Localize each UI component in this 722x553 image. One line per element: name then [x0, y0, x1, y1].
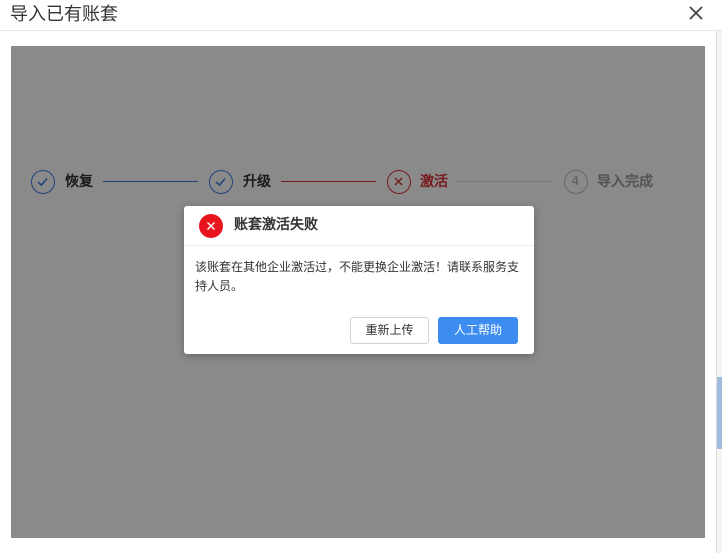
close-button[interactable] — [684, 3, 708, 25]
close-icon — [689, 6, 703, 20]
reupload-button[interactable]: 重新上传 — [350, 317, 429, 344]
dialog-title: 账套激活失败 — [234, 217, 318, 233]
import-ledger-window: 导入已有账套 恢复 升级 激活 4 导入完成 账套激活失败 该账套在其他企业激活… — [0, 0, 722, 553]
window-title: 导入已有账套 — [10, 4, 118, 25]
manual-help-button[interactable]: 人工帮助 — [438, 317, 518, 344]
error-circle-icon — [199, 214, 223, 238]
background-window-edge — [716, 31, 722, 553]
activation-failed-dialog: 账套激活失败 该账套在其他企业激活过，不能更换企业激活！请联系服务支持人员。 重… — [184, 206, 534, 354]
background-accent-strip — [717, 377, 722, 449]
dialog-message: 该账套在其他企业激活过，不能更换企业激活！请联系服务支持人员。 — [195, 260, 520, 293]
dialog-header: 账套激活失败 — [184, 206, 534, 246]
window-header: 导入已有账套 — [0, 0, 722, 31]
